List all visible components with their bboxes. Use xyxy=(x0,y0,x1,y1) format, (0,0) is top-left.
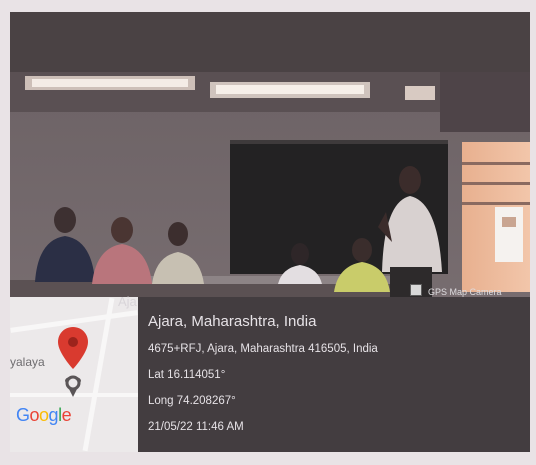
map-thumbnail[interactable]: yalaya Google xyxy=(10,297,138,452)
clipped-place-text: Aja xyxy=(118,294,137,309)
camera-app-icon xyxy=(410,284,422,296)
photo-print: yalaya Google Aja GPS Map Camera Ajara, … xyxy=(10,12,530,452)
location-info-box: Ajara, Maharashtra, India 4675+RFJ, Ajar… xyxy=(138,297,530,452)
location-title: Ajara, Maharashtra, India xyxy=(148,313,317,330)
window xyxy=(462,142,530,292)
map-place-label: yalaya xyxy=(10,355,45,369)
latitude: Lat 16.114051° xyxy=(148,369,226,381)
location-address: 4675+RFJ, Ajara, Maharashtra 416505, Ind… xyxy=(148,343,378,355)
gps-overlay: yalaya Google Aja GPS Map Camera Ajara, … xyxy=(10,284,530,452)
badge-label: GPS Map Camera xyxy=(428,287,502,297)
longitude: Long 74.208267° xyxy=(148,395,236,407)
map-pin-icon xyxy=(58,327,88,397)
google-logo: Google xyxy=(16,405,72,425)
gps-map-camera-badge: GPS Map Camera xyxy=(410,284,502,297)
date-time: 21/05/22 11:46 AM xyxy=(148,421,244,433)
